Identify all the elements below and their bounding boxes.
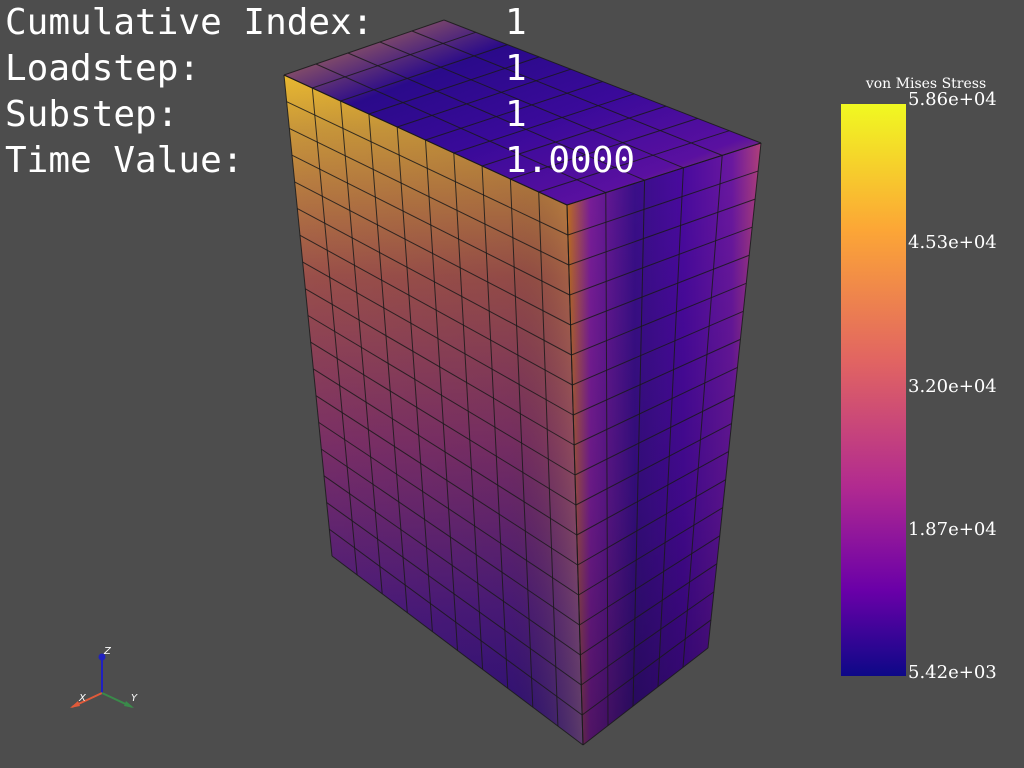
orientation-axes-widget: Z X Y [70,646,138,708]
colorbar-tick-label: 3.20e+04 [908,376,997,397]
substep-label: Substep: [5,94,179,135]
cumulative-index-value: 1 [505,2,527,43]
colorbar-max-label: 5.86e+04 [908,89,997,110]
z-axis-label: Z [103,646,112,657]
colorbar-min-label: 5.42e+03 [908,662,997,683]
x-axis-label: X [78,693,87,704]
y-axis-label: Y [131,693,138,704]
substep-row: Substep: 1 [5,92,527,138]
time-value-label: Time Value: [5,140,244,181]
time-value-value: 1.0000 [505,140,636,181]
colorbar-tick-label: 1.87e+04 [908,519,997,540]
time-value-row: Time Value: 1.0000 [5,138,635,184]
cumulative-index-label: Cumulative Index: [5,2,374,43]
loadstep-row: Loadstep: 1 [5,46,527,92]
colorbar-gradient [841,104,906,676]
cumulative-index-row: Cumulative Index: 1 [5,0,527,46]
loadstep-label: Loadstep: [5,48,201,89]
loadstep-value: 1 [505,48,527,89]
substep-value: 1 [505,94,527,135]
colorbar-tick-label: 4.53e+04 [908,232,997,253]
